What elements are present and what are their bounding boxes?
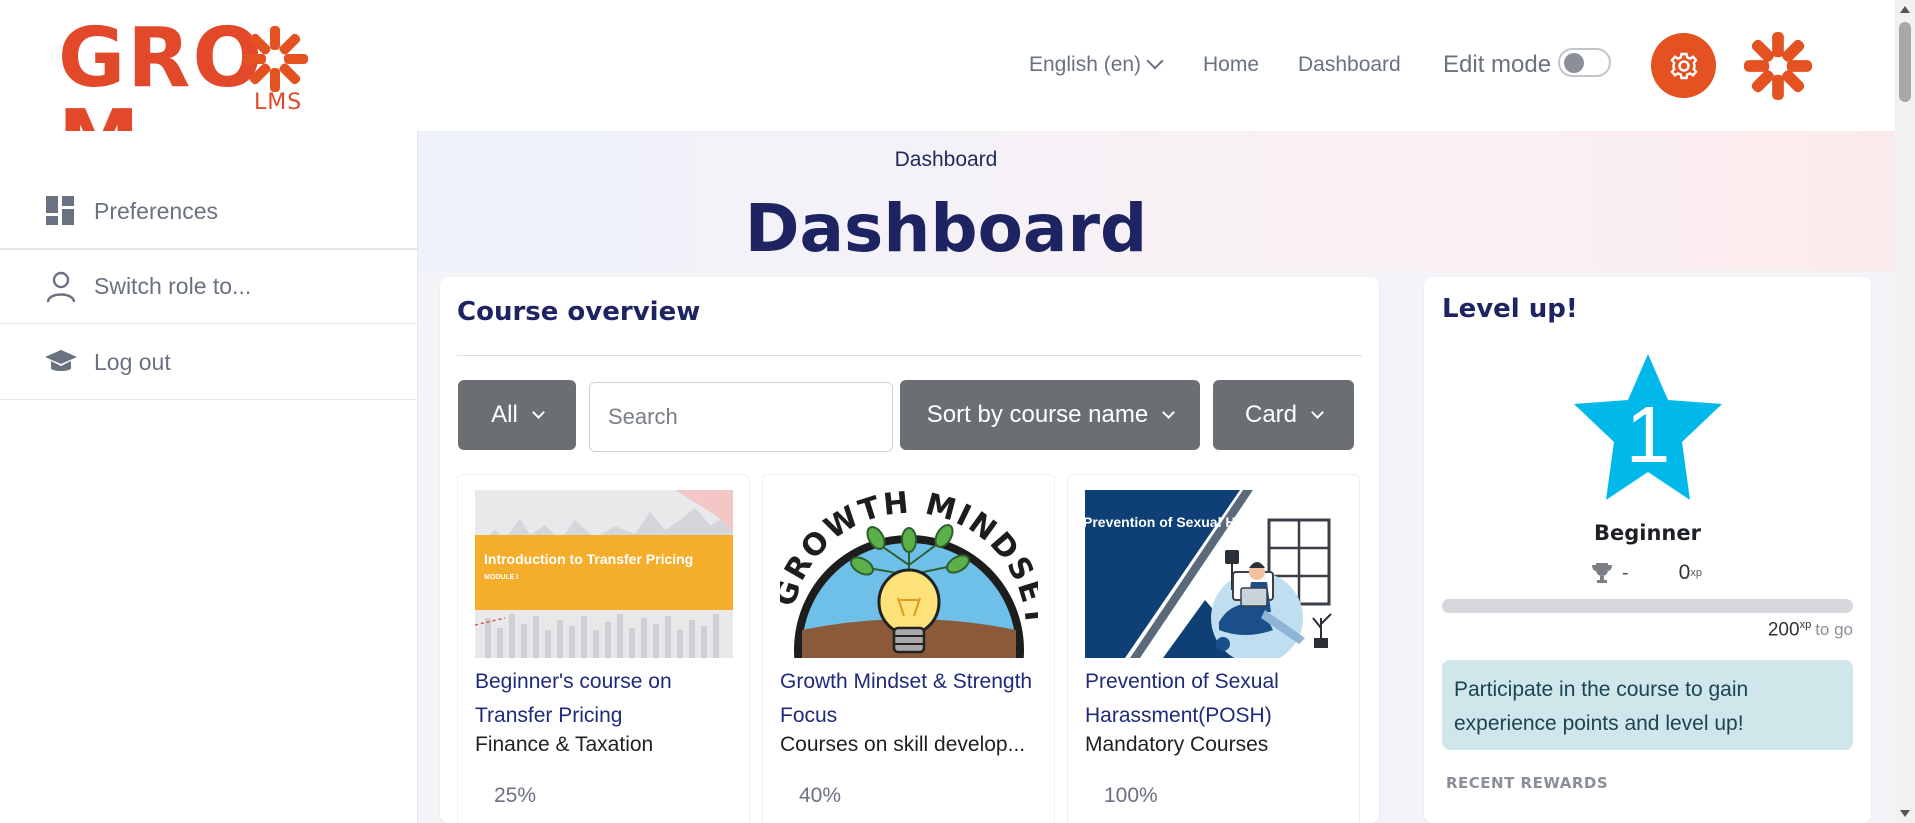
sort-label: Sort by course name <box>926 401 1149 428</box>
nav-dashboard-link[interactable]: Dashboard <box>1298 48 1401 82</box>
trophy-icon <box>1592 563 1612 583</box>
course-overview-title: Course overview <box>457 297 701 327</box>
sidebar-item-label: Switch role to... <box>94 273 252 299</box>
edit-mode-label: Edit mode <box>1443 51 1552 78</box>
course-overview-block: Course overview All Sort by course name … <box>440 277 1379 823</box>
edit-mode-toggle[interactable] <box>1558 48 1611 77</box>
sort-dropdown[interactable]: Sort by course name <box>900 380 1200 450</box>
rank-value: - <box>1622 561 1629 584</box>
sidebar-item-label: Log out <box>94 348 171 375</box>
gear-icon <box>1669 52 1698 79</box>
logo-subtitle: LMS <box>254 90 303 115</box>
course-card[interactable]: Introduction to Transfer Pricing MODULE … <box>457 474 750 823</box>
course-name-link[interactable]: Growth Mindset & Strength Focus <box>780 665 1040 733</box>
sidebar: Preferences Switch role to... Log out <box>0 131 418 823</box>
course-progress-percent: 40% <box>799 784 842 807</box>
course-progress-percent: 100% <box>1104 784 1158 807</box>
xp-unit: xp <box>1799 619 1812 631</box>
settings-button[interactable] <box>1651 33 1716 98</box>
thumb-title: Introduction to Transfer Pricing <box>484 551 693 567</box>
level-name: Beginner <box>1594 521 1701 545</box>
course-card[interactable]: GROWTH MINDSET Growth Mindset & Strength… <box>762 474 1055 823</box>
groom-lms-logo[interactable]: GROM LMS <box>58 18 378 182</box>
user-icon <box>44 270 78 304</box>
level-up-title: Level up! <box>1442 294 1578 324</box>
course-card[interactable]: Prevention of Sexual Harassment Preventi… <box>1067 474 1360 823</box>
filter-label: All <box>491 401 518 428</box>
language-menu[interactable]: English (en) <box>1029 48 1164 82</box>
course-category: Mandatory Courses <box>1085 733 1269 756</box>
course-image[interactable]: Introduction to Transfer Pricing MODULE … <box>475 490 733 658</box>
level-info-alert: Participate in the course to gain experi… <box>1442 660 1853 750</box>
graduation-cap-icon <box>44 345 78 379</box>
course-name-link[interactable]: Beginner's course on Transfer Pricing <box>475 665 735 733</box>
level-stats: - 0 xp <box>1590 559 1702 587</box>
breadcrumb[interactable]: Dashboard <box>876 148 1016 172</box>
course-image[interactable]: Prevention of Sexual Harassment <box>1085 490 1343 658</box>
logo-burst-icon <box>242 26 308 92</box>
chevron-down-icon <box>1311 405 1324 419</box>
sidebar-item-preferences[interactable]: Preferences <box>0 174 418 249</box>
sidebar-item-log-out[interactable]: Log out <box>0 325 418 400</box>
level-star-badge: 1 <box>1574 354 1722 500</box>
scroll-thumb[interactable] <box>1899 22 1911 102</box>
chevron-down-icon <box>1162 405 1176 419</box>
xp-to-go-label: to go <box>1815 620 1853 640</box>
course-progress-percent: 25% <box>494 784 537 807</box>
scroll-up-arrow-icon[interactable] <box>1900 6 1910 13</box>
sidebar-item-label: Preferences <box>94 197 219 224</box>
chevron-down-icon <box>1146 52 1164 70</box>
chevron-down-icon <box>531 405 545 419</box>
view-label: Card <box>1244 401 1298 428</box>
brand-burst-icon[interactable] <box>1741 30 1815 102</box>
language-label: English (en) <box>1029 53 1142 76</box>
thumb-title: Prevention of Sexual Harassment <box>1085 514 1306 530</box>
filter-all-dropdown[interactable]: All <box>458 380 576 450</box>
level-up-block: Level up! 1 Beginner - 0 xp 200xp to go Pa… <box>1424 277 1871 823</box>
toggle-knob <box>1564 53 1584 73</box>
sidebar-item-switch-role[interactable]: Switch role to... <box>0 249 418 324</box>
xp-value: 0 <box>1678 561 1691 584</box>
level-number: 1 <box>1626 390 1671 479</box>
scroll-down-arrow-icon[interactable] <box>1900 810 1910 817</box>
nav-home-link[interactable]: Home <box>1203 48 1259 82</box>
xp-to-go-value: 200 <box>1767 619 1800 641</box>
xp-unit: xp <box>1690 567 1702 579</box>
course-name-link[interactable]: Prevention of Sexual Harassment(POSH) <box>1085 665 1345 733</box>
level-progress-bar <box>1442 599 1853 613</box>
site-header: GROM LMS English (en) Home Dashboard Edi… <box>0 0 1895 182</box>
page-title: Dashboard <box>744 190 1148 267</box>
recent-rewards-heading: RECENT REWARDS <box>1446 774 1609 792</box>
divider <box>457 355 1362 356</box>
course-category: Courses on skill develop... <box>780 733 1026 756</box>
view-mode-dropdown[interactable]: Card <box>1213 380 1354 450</box>
thumb-subtitle: MODULE I <box>484 574 518 581</box>
course-search-input[interactable] <box>589 382 893 452</box>
dashboard-grid-icon <box>44 194 78 228</box>
course-image[interactable]: GROWTH MINDSET <box>780 490 1038 658</box>
xp-to-go: 200xp to go <box>1768 619 1853 641</box>
page-scrollbar[interactable] <box>1895 0 1915 823</box>
course-category: Finance & Taxation <box>475 733 654 756</box>
logo-text-left: GRO <box>58 11 265 106</box>
